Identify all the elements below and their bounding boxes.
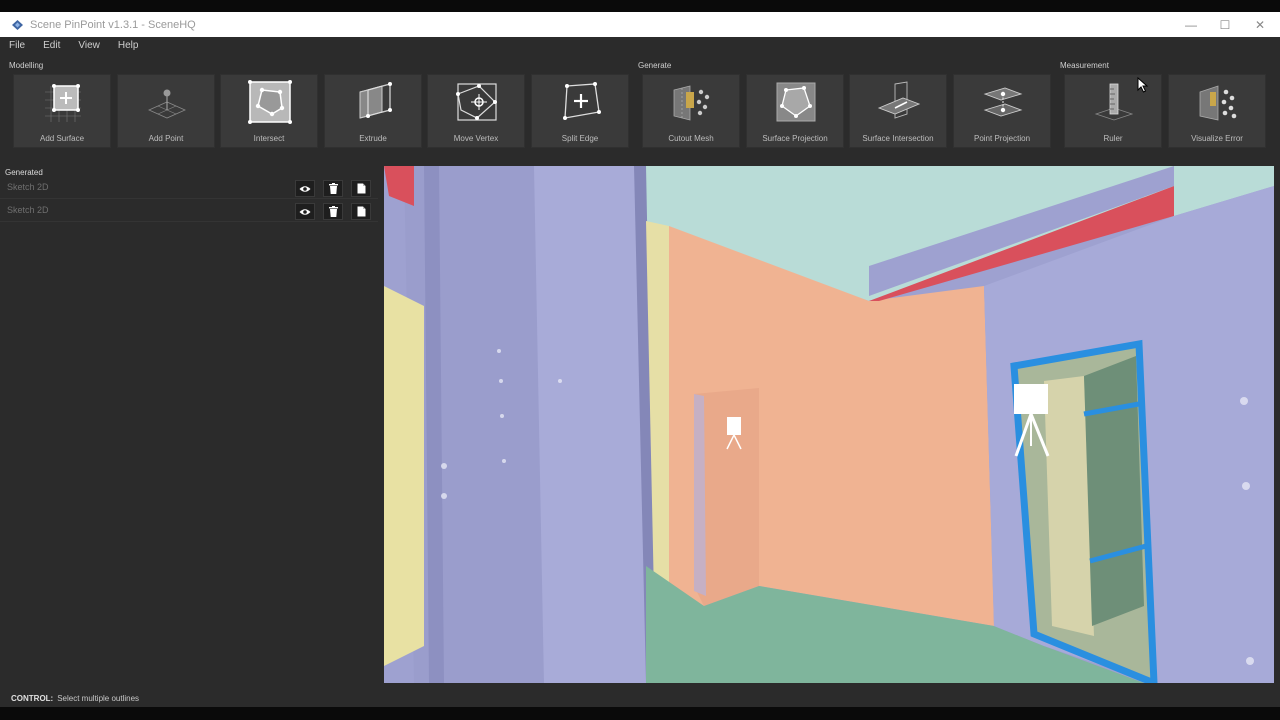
point-cloud-scene (384, 166, 1274, 683)
tool-label: Add Surface (39, 134, 85, 143)
window-titlebar: Scene PinPoint v1.3.1 - SceneHQ — ☐ ✕ (0, 12, 1280, 37)
move-vertex-icon (456, 83, 497, 121)
tool-label: Ruler (1103, 134, 1123, 143)
split-edge-button[interactable]: Split Edge (531, 74, 629, 148)
move-vertex-button[interactable]: Move Vertex (427, 74, 525, 148)
menu-bar: File Edit View Help (0, 37, 1280, 53)
maximize-button[interactable]: ☐ (1208, 12, 1242, 37)
menu-file[interactable]: File (6, 40, 28, 51)
surface-projection-button[interactable]: Surface Projection (746, 74, 844, 148)
intersect-button[interactable]: Intersect (220, 74, 318, 148)
tool-label: Add Point (148, 134, 184, 143)
tool-label: Extrude (359, 134, 387, 143)
status-key: CONTROL: (11, 693, 54, 703)
split-edge-icon (563, 82, 601, 120)
tool-label: Intersect (253, 134, 285, 143)
visualize-error-icon (1199, 85, 1237, 121)
tool-label: Visualize Error (1191, 134, 1243, 143)
visibility-button[interactable] (295, 180, 315, 197)
menu-help[interactable]: Help (115, 40, 142, 51)
status-bar: CONTROL: Select multiple outlines (0, 689, 1280, 707)
eye-icon (299, 185, 311, 192)
ruler-icon (1094, 83, 1134, 121)
cutout-mesh-icon (673, 85, 710, 121)
export-button[interactable] (351, 180, 371, 197)
group-label-measurement: Measurement (1060, 61, 1109, 70)
surface-intersection-button[interactable]: Surface Intersection (849, 74, 947, 148)
minimize-button[interactable]: — (1174, 12, 1208, 37)
menu-view[interactable]: View (75, 40, 103, 51)
delete-button[interactable] (323, 180, 343, 197)
app-window: File Edit View Help Modelling Generate M… (0, 37, 1280, 707)
3d-viewport[interactable] (384, 166, 1274, 683)
top-letterbox (0, 0, 1280, 12)
document-icon (357, 206, 365, 217)
visibility-button[interactable] (295, 203, 315, 220)
tool-label: Surface Projection (762, 134, 828, 143)
delete-button[interactable] (323, 203, 343, 220)
close-button[interactable]: ✕ (1243, 12, 1277, 37)
tool-label: Surface Intersection (862, 134, 934, 143)
panel-title: Generated (5, 168, 43, 177)
point-projection-icon (983, 87, 1023, 117)
visualize-error-button[interactable]: Visualize Error (1168, 74, 1266, 148)
tool-label: Point Projection (973, 134, 1031, 143)
tool-label: Split Edge (561, 134, 599, 143)
window-title: Scene PinPoint v1.3.1 - SceneHQ (30, 18, 196, 31)
group-label-modelling: Modelling (9, 61, 44, 70)
export-button[interactable] (351, 203, 371, 220)
add-point-icon (148, 89, 186, 119)
menu-edit[interactable]: Edit (40, 40, 63, 51)
extrude-button[interactable]: Extrude (324, 74, 422, 148)
mouse-cursor-icon (1137, 77, 1149, 93)
status-text: Select multiple outlines (57, 693, 140, 703)
list-item[interactable]: Sketch 2D (0, 177, 378, 199)
app-logo-icon (6, 19, 28, 31)
add-surface-icon (45, 84, 81, 122)
point-projection-button[interactable]: Point Projection (953, 74, 1051, 148)
add-surface-button[interactable]: Add Surface (13, 74, 111, 148)
trash-icon (328, 206, 338, 217)
cutout-mesh-button[interactable]: Cutout Mesh (642, 74, 740, 148)
item-name: Sketch 2D (7, 205, 49, 215)
tool-label: Move Vertex (453, 134, 499, 143)
list-item[interactable]: Sketch 2D (0, 200, 378, 222)
document-icon (357, 183, 365, 194)
generated-panel: Generated Sketch 2D Sketch 2D (0, 165, 380, 685)
surface-projection-icon (776, 82, 816, 122)
tool-label: Cutout Mesh (668, 134, 714, 143)
surface-intersection-icon (877, 81, 921, 119)
intersect-icon (248, 80, 292, 124)
trash-icon (328, 183, 338, 194)
group-label-generate: Generate (638, 61, 672, 70)
item-name: Sketch 2D (7, 182, 49, 192)
bottom-letterbox (0, 707, 1280, 720)
extrude-icon (359, 82, 392, 119)
eye-icon (299, 208, 311, 215)
add-point-button[interactable]: Add Point (117, 74, 215, 148)
